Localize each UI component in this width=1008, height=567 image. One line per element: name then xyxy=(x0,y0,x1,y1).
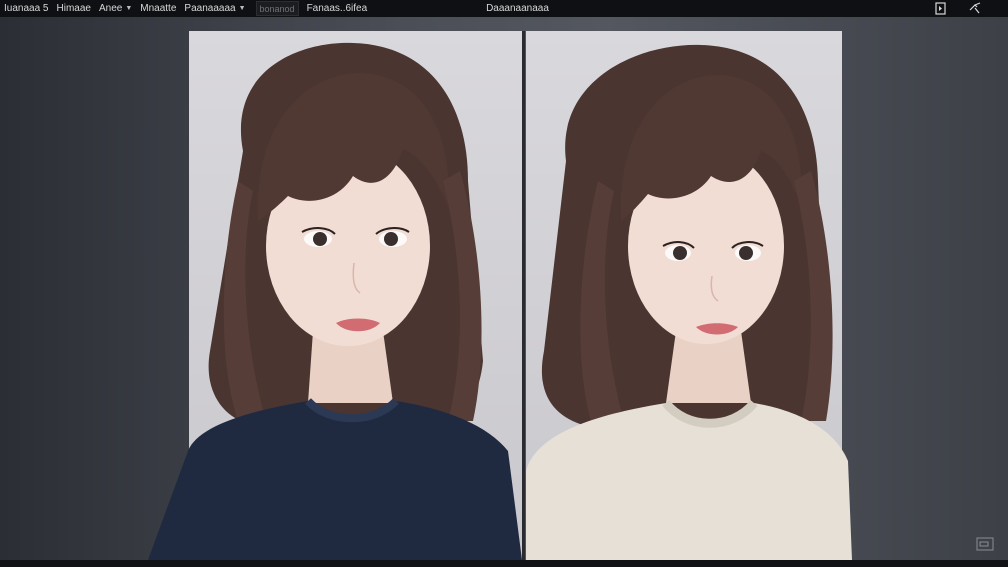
menu-item-label: Mnaatte xyxy=(140,3,177,14)
menu-item-view[interactable]: Anee ▼ xyxy=(95,0,136,17)
menu-item-label: Iuanaaa 5 xyxy=(4,3,49,14)
menu-item-home[interactable]: Himaae xyxy=(53,0,95,17)
view-mode-icon[interactable] xyxy=(976,537,994,551)
before-image-panel[interactable] xyxy=(148,31,522,560)
chevron-down-icon: ▼ xyxy=(125,5,133,12)
search-field[interactable]: bonanod xyxy=(255,1,299,16)
comparison-divider[interactable] xyxy=(522,31,525,560)
menu-item-secondary[interactable]: Fanaas..6ifea xyxy=(303,0,372,17)
menu-item-label: Fanaas..6ifea xyxy=(306,3,368,14)
portrait-image-right xyxy=(526,44,852,560)
menu-item-label: Himaae xyxy=(56,3,91,14)
menu-item-file[interactable]: Iuanaaa 5 xyxy=(0,0,53,17)
document-title: Daaanaanaaa xyxy=(486,3,549,14)
portrait-image-left xyxy=(148,42,522,560)
panel-toggle-icon[interactable] xyxy=(933,1,948,16)
menu-item-label: Anee xyxy=(98,3,123,14)
chevron-down-icon: ▼ xyxy=(238,5,246,12)
after-image-panel[interactable] xyxy=(526,31,852,560)
menu-item-label: Paanaaaaa xyxy=(184,3,236,14)
image-editor-window: Iuanaaa 5 Himaae Anee ▼ Mnaatte Paanaaaa… xyxy=(0,0,1008,567)
swap-arrows-icon[interactable] xyxy=(967,1,982,16)
menu-item-modes[interactable]: Mnaatte xyxy=(136,0,180,17)
menu-item-parameters[interactable]: Paanaaaaa ▼ xyxy=(180,0,249,17)
search-field-text: bonanod xyxy=(259,3,295,14)
status-bar xyxy=(0,560,1008,567)
